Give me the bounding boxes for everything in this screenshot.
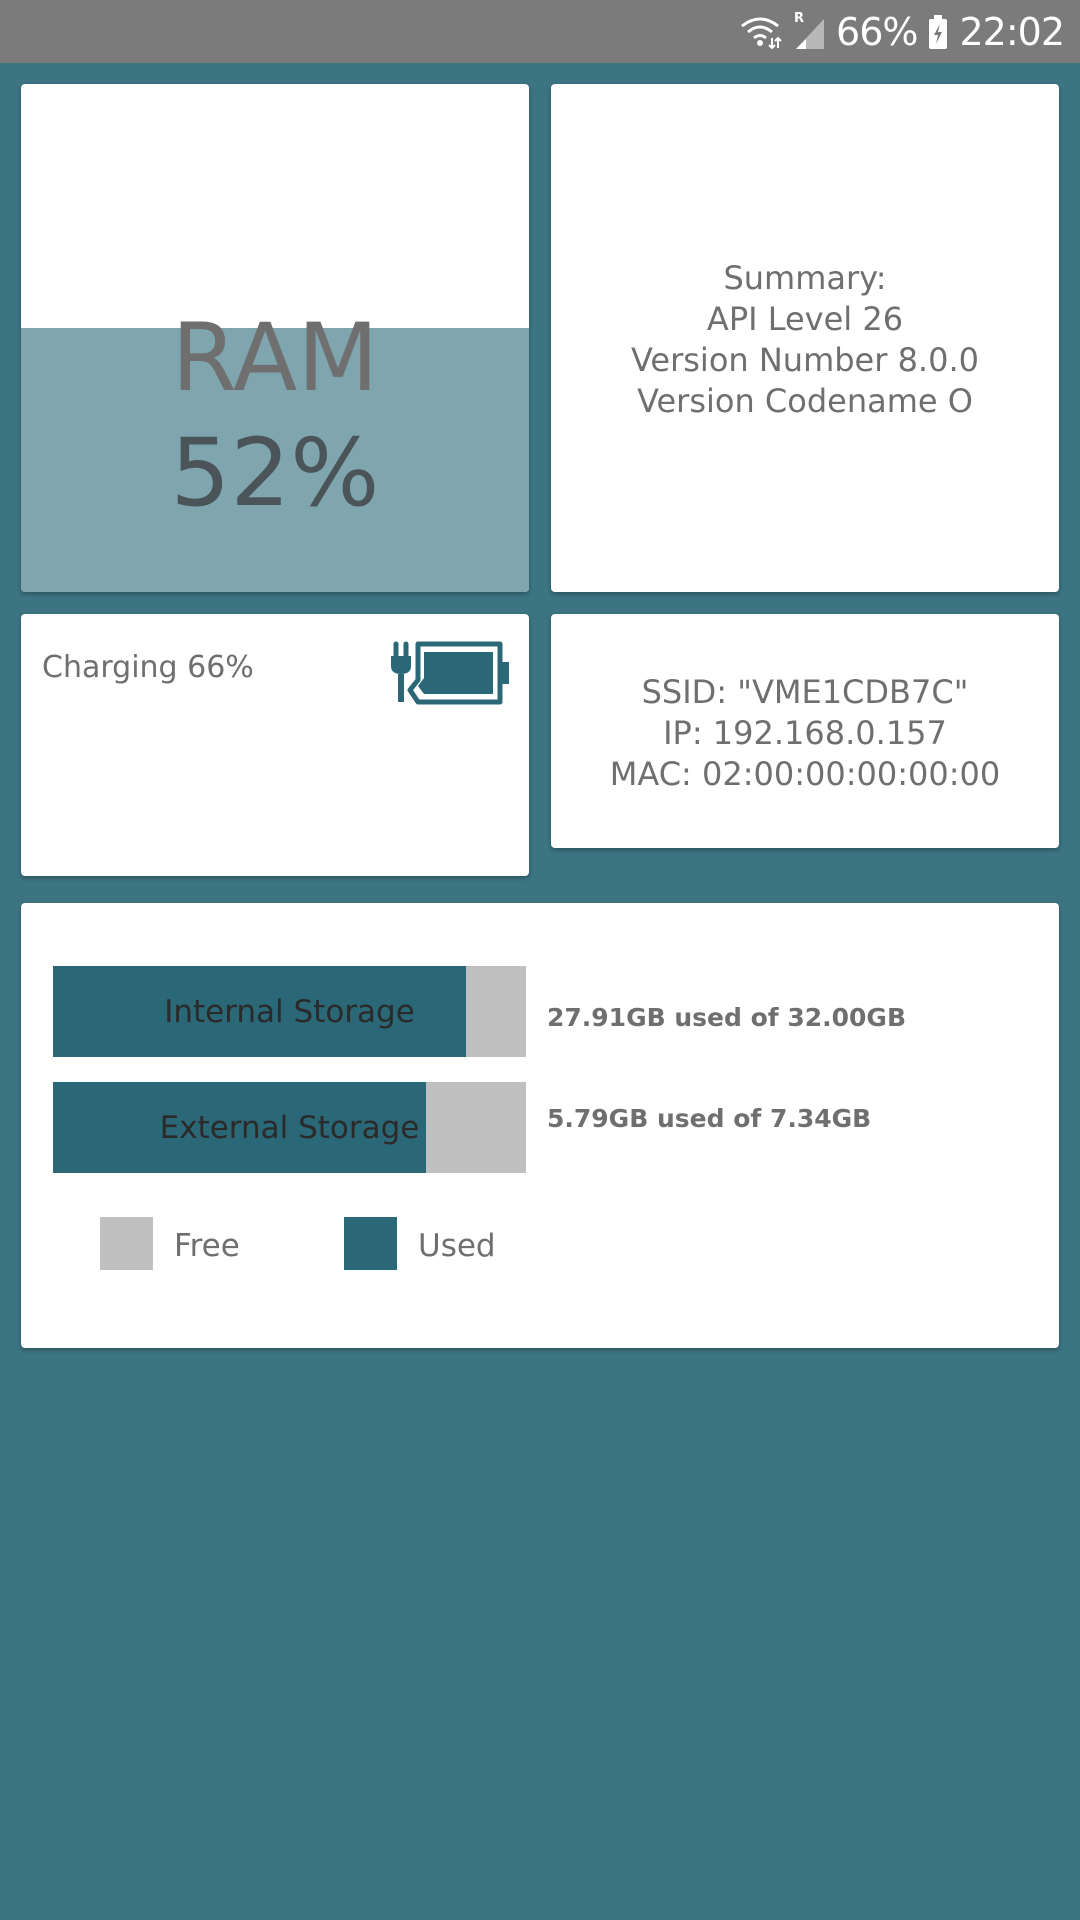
summary-heading: Summary: xyxy=(723,259,887,297)
wifi-icon xyxy=(738,14,782,50)
external-storage-info: 5.79GB used of 7.34GB xyxy=(547,1104,872,1133)
ram-percent: 52% xyxy=(170,419,380,528)
status-icons: R 66% 22:02 xyxy=(738,0,1065,63)
internal-storage-label: Internal Storage xyxy=(164,993,415,1030)
summary-text: Summary: API Level 26 Version Number 8.0… xyxy=(551,258,1059,422)
legend-used-swatch xyxy=(344,1217,397,1270)
legend-free-swatch xyxy=(100,1217,153,1270)
ram-card[interactable]: RAM 52% xyxy=(21,84,529,592)
status-battery-percent: 66% xyxy=(836,9,918,54)
status-battery-icon xyxy=(927,14,949,50)
network-card[interactable]: SSID: "VME1CDB7C" IP: 192.168.0.157 MAC:… xyxy=(551,614,1059,848)
summary-version-number: Version Number 8.0.0 xyxy=(631,341,979,379)
external-storage-label: External Storage xyxy=(159,1109,420,1146)
network-info: SSID: "VME1CDB7C" IP: 192.168.0.157 MAC:… xyxy=(551,672,1059,795)
legend-used-label: Used xyxy=(418,1228,496,1264)
roaming-indicator: R xyxy=(794,10,805,26)
status-time: 22:02 xyxy=(959,9,1065,54)
cell-signal-icon: R xyxy=(792,10,826,51)
external-storage-bar: External Storage xyxy=(53,1082,526,1173)
legend-free-label: Free xyxy=(174,1228,240,1264)
internal-storage-info: 27.91GB used of 32.00GB xyxy=(547,1003,906,1032)
network-ssid: SSID: "VME1CDB7C" xyxy=(641,673,969,711)
summary-card[interactable]: Summary: API Level 26 Version Number 8.0… xyxy=(551,84,1059,592)
ram-title: RAM xyxy=(171,304,379,413)
storage-card[interactable]: Internal Storage 27.91GB used of 32.00GB… xyxy=(21,903,1059,1348)
summary-api-level: API Level 26 xyxy=(706,300,904,338)
network-ip: IP: 192.168.0.157 xyxy=(663,714,947,752)
battery-charging-icon xyxy=(390,640,510,710)
status-bar: R 66% 22:02 xyxy=(0,0,1080,63)
summary-version-codename: Version Codename O xyxy=(637,382,973,420)
internal-storage-bar: Internal Storage xyxy=(53,966,526,1057)
network-mac: MAC: 02:00:00:00:00:00 xyxy=(609,755,1001,793)
battery-card[interactable]: Charging 66% xyxy=(21,614,529,876)
charging-status: Charging 66% xyxy=(42,650,254,685)
